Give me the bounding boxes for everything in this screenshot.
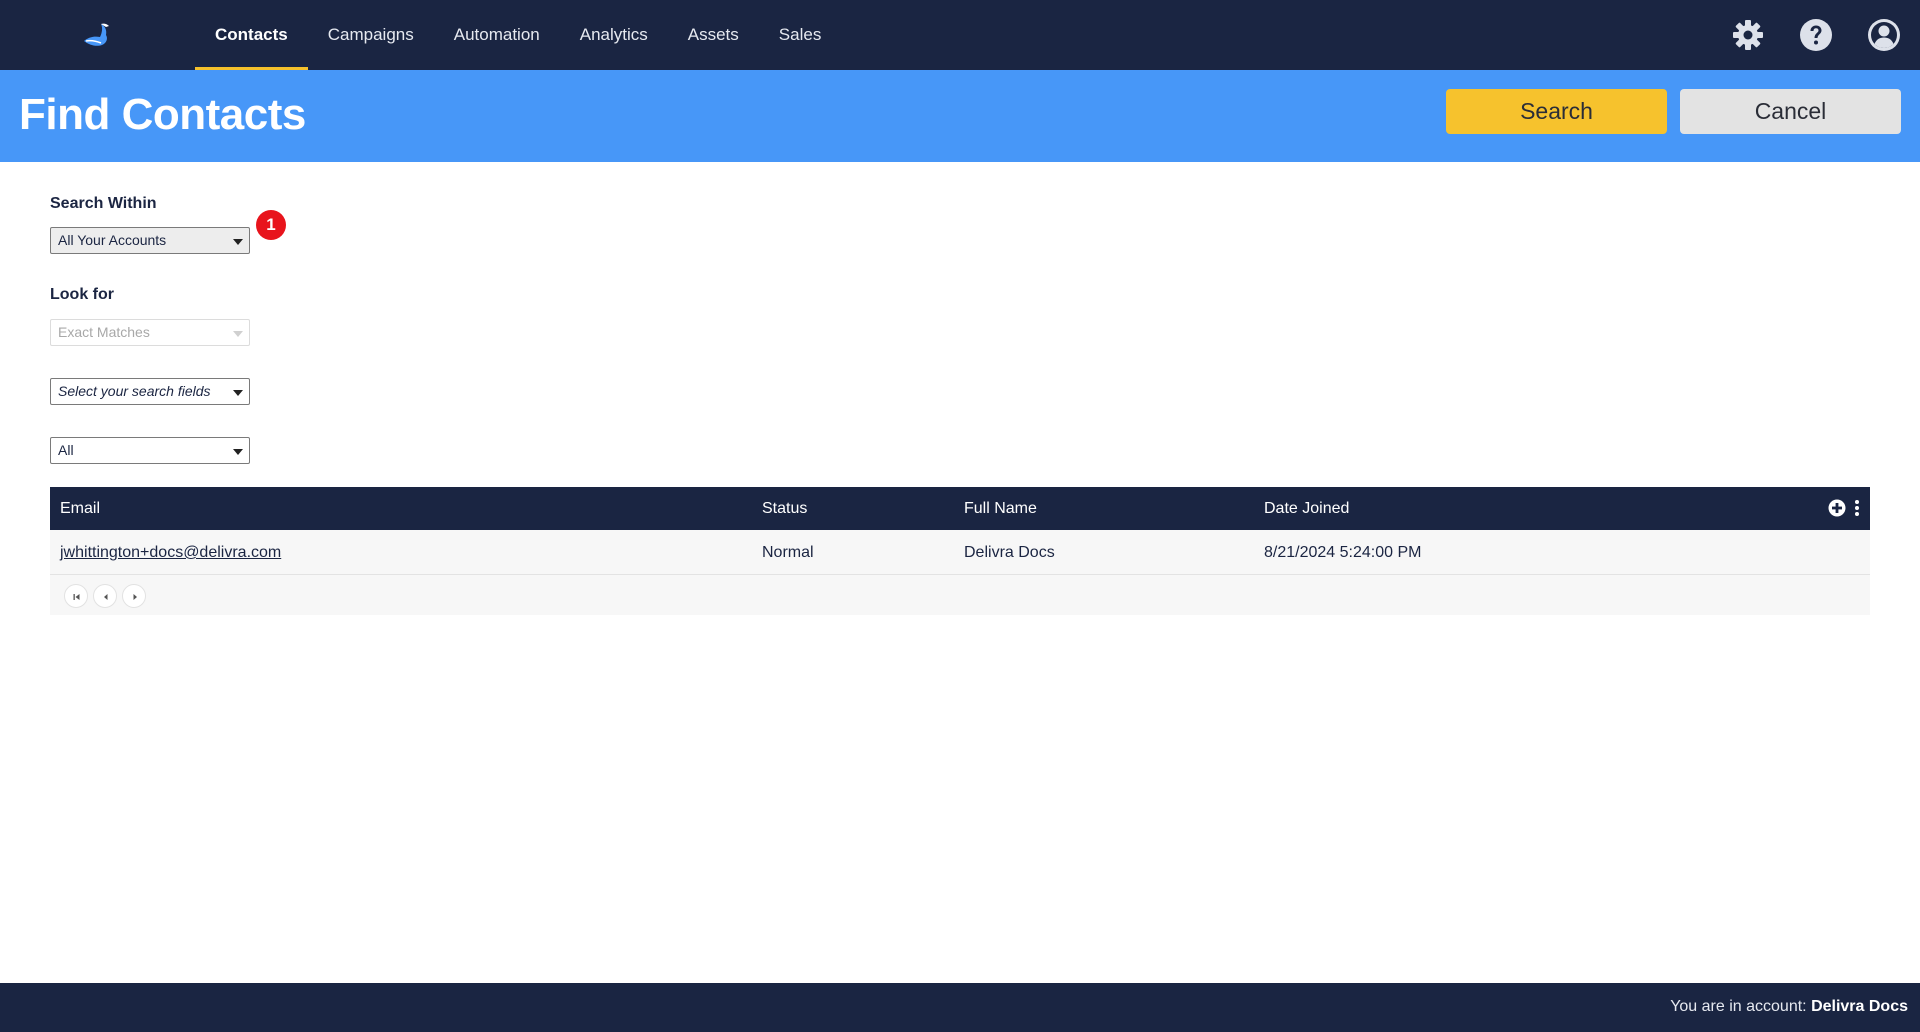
- chevron-down-icon: [233, 239, 243, 245]
- account-name: Delivra Docs: [1811, 998, 1908, 1015]
- search-fields-select[interactable]: Select your search fields: [50, 378, 250, 405]
- previous-page-button[interactable]: [93, 584, 117, 608]
- chevron-right-icon: [133, 594, 137, 600]
- contact-email-link[interactable]: jwhittington+docs@delivra.com: [60, 530, 281, 575]
- search-button[interactable]: Search: [1446, 89, 1667, 134]
- contact-date-joined: 8/21/2024 5:24:00 PM: [1264, 544, 1422, 561]
- help-icon[interactable]: [1798, 17, 1834, 53]
- column-header-email[interactable]: Email: [60, 487, 100, 530]
- chevron-left-icon: [104, 594, 108, 600]
- contacts-table: Email Status Full Name Date Joined jwhit…: [50, 487, 1870, 615]
- nav-tab-analytics[interactable]: Analytics: [560, 0, 668, 70]
- nav-tab-assets[interactable]: Assets: [668, 0, 759, 70]
- nav-tab-automation[interactable]: Automation: [434, 0, 560, 70]
- contact-status: Normal: [762, 544, 814, 561]
- search-within-select[interactable]: All Your Accounts: [50, 227, 250, 254]
- page-header: Find Contacts Search Cancel: [0, 70, 1920, 162]
- chevron-down-icon: [233, 390, 243, 396]
- look-for-value: Exact Matches: [58, 324, 150, 340]
- search-fields-placeholder: Select your search fields: [58, 383, 211, 399]
- status-filter-select[interactable]: All: [50, 437, 250, 464]
- look-for-select: Exact Matches: [50, 319, 250, 346]
- table-header: Email Status Full Name Date Joined: [50, 487, 1870, 530]
- next-page-button[interactable]: [122, 584, 146, 608]
- column-header-full-name[interactable]: Full Name: [964, 487, 1037, 530]
- column-header-status[interactable]: Status: [762, 487, 807, 530]
- nav-icon-group: [1730, 17, 1902, 53]
- nav-tabs: Contacts Campaigns Automation Analytics …: [195, 0, 841, 70]
- account-indicator: You are in account: Delivra Docs: [1670, 998, 1908, 1016]
- look-for-label: Look for: [50, 286, 114, 303]
- table-pager: [50, 575, 1870, 615]
- add-column-icon[interactable]: [1828, 499, 1846, 517]
- cancel-button[interactable]: Cancel: [1680, 89, 1901, 134]
- page-title: Find Contacts: [19, 90, 306, 139]
- top-navigation: Contacts Campaigns Automation Analytics …: [0, 0, 1920, 70]
- nav-tab-sales[interactable]: Sales: [759, 0, 842, 70]
- chevron-down-icon: [233, 449, 243, 455]
- gear-icon[interactable]: [1730, 17, 1766, 53]
- nav-tab-contacts[interactable]: Contacts: [195, 0, 308, 70]
- table-row[interactable]: jwhittington+docs@delivra.com Normal Del…: [50, 530, 1870, 575]
- column-header-date-joined[interactable]: Date Joined: [1264, 487, 1349, 530]
- chevron-down-icon: [233, 331, 243, 337]
- search-within-value: All Your Accounts: [58, 232, 167, 248]
- first-page-icon: [73, 594, 80, 600]
- status-filter-value: All: [58, 442, 74, 458]
- contact-full-name: Delivra Docs: [964, 544, 1055, 561]
- user-icon[interactable]: [1866, 17, 1902, 53]
- account-prefix: You are in account:: [1670, 998, 1807, 1015]
- footer: You are in account: Delivra Docs: [0, 983, 1920, 1032]
- bird-logo-icon[interactable]: [80, 22, 112, 48]
- table-tools: [1828, 499, 1860, 517]
- first-page-button[interactable]: [64, 584, 88, 608]
- search-within-label: Search Within: [50, 195, 157, 212]
- nav-tab-campaigns[interactable]: Campaigns: [308, 0, 434, 70]
- step-badge: 1: [256, 210, 286, 240]
- more-options-icon[interactable]: [1854, 499, 1860, 517]
